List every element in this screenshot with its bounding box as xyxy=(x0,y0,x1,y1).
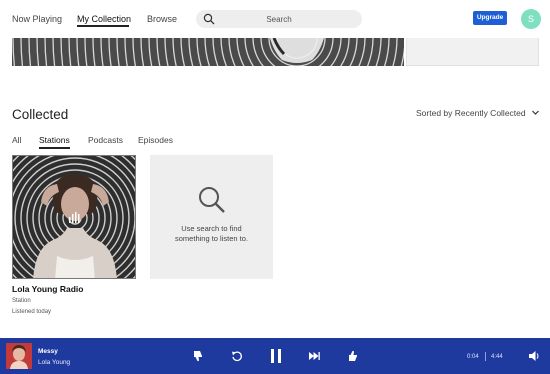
now-playing-artwork-image xyxy=(6,343,32,369)
tab-all[interactable]: All xyxy=(12,135,21,145)
station-card-artwork[interactable] xyxy=(12,155,136,279)
chevron-down-icon[interactable] xyxy=(531,108,540,117)
skip-next-icon[interactable] xyxy=(307,349,321,363)
nav-active-underline xyxy=(77,25,129,27)
avatar[interactable]: S xyxy=(521,9,541,29)
upgrade-button[interactable]: Upgrade xyxy=(473,11,507,25)
track-duration: 4:44 xyxy=(491,354,503,360)
station-card-title[interactable]: Lola Young Radio xyxy=(12,284,83,294)
tab-episodes[interactable]: Episodes xyxy=(138,135,173,145)
nav-browse[interactable]: Browse xyxy=(147,14,177,24)
search-prompt-text: Use search to find something to listen t… xyxy=(158,224,265,244)
search-input[interactable]: Search xyxy=(196,10,362,28)
time-separator xyxy=(485,352,486,361)
search-prompt-card[interactable]: Use search to find something to listen t… xyxy=(150,155,273,279)
search-icon xyxy=(199,187,225,213)
pause-icon[interactable] xyxy=(268,347,284,365)
now-playing-artist[interactable]: Lola Young xyxy=(38,359,70,366)
section-title: Collected xyxy=(12,107,69,122)
top-navigation: Now Playing My Collection Browse Search … xyxy=(0,0,550,38)
now-playing-artwork[interactable] xyxy=(6,343,32,369)
featured-banner-image[interactable] xyxy=(12,38,404,66)
player-bar: Messy Lola Young 0:04 4:44 xyxy=(0,338,550,374)
tab-stations[interactable]: Stations xyxy=(39,135,70,145)
nav-my-collection[interactable]: My Collection xyxy=(77,14,131,24)
tab-podcasts[interactable]: Podcasts xyxy=(88,135,123,145)
tab-active-underline xyxy=(39,147,70,149)
search-placeholder: Search xyxy=(266,15,292,24)
search-prompt-line-2: something to listen to. xyxy=(175,234,248,243)
thumbs-up-icon[interactable] xyxy=(346,349,360,363)
banner-side-panel xyxy=(406,38,539,66)
elapsed-time: 0:04 xyxy=(467,354,479,360)
search-prompt-line-1: Use search to find xyxy=(181,224,242,233)
now-playing-title[interactable]: Messy xyxy=(38,348,58,355)
volume-icon[interactable] xyxy=(527,349,541,363)
replay-icon[interactable] xyxy=(230,349,244,363)
station-card-type: Station xyxy=(12,298,31,304)
banner-artwork xyxy=(12,38,404,66)
station-card-listened: Listened today xyxy=(12,309,52,315)
sort-dropdown[interactable]: Sorted by Recently Collected xyxy=(416,108,526,118)
nav-now-playing[interactable]: Now Playing xyxy=(12,14,62,24)
station-radio-icon xyxy=(69,212,80,223)
thumbs-down-icon[interactable] xyxy=(191,349,205,363)
